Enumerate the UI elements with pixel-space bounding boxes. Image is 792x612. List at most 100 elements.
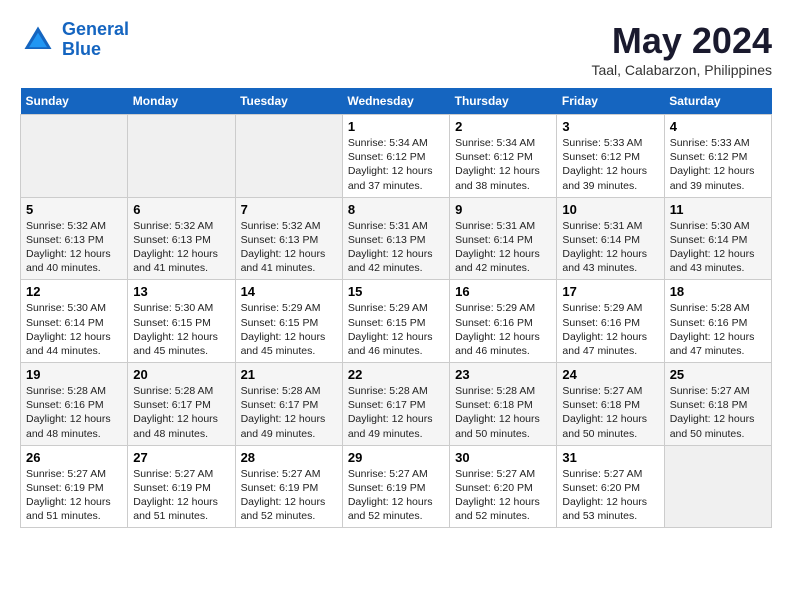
sunset: Sunset: 6:16 PM [670, 316, 766, 330]
sunrise: Sunrise: 5:27 AM [241, 467, 337, 481]
table-row: 12 Sunrise: 5:30 AM Sunset: 6:14 PM Dayl… [21, 280, 128, 363]
table-row: 10 Sunrise: 5:31 AM Sunset: 6:14 PM Dayl… [557, 197, 664, 280]
day-info: Sunrise: 5:32 AM Sunset: 6:13 PM Dayligh… [241, 219, 337, 276]
table-row: 8 Sunrise: 5:31 AM Sunset: 6:13 PM Dayli… [342, 197, 449, 280]
sunrise: Sunrise: 5:30 AM [670, 219, 766, 233]
sunset: Sunset: 6:17 PM [348, 398, 444, 412]
daylight: Daylight: 12 hours and 39 minutes. [562, 164, 658, 192]
calendar-week-4: 19 Sunrise: 5:28 AM Sunset: 6:16 PM Dayl… [21, 363, 772, 446]
weekday-header-friday: Friday [557, 88, 664, 115]
day-info: Sunrise: 5:31 AM Sunset: 6:14 PM Dayligh… [455, 219, 551, 276]
sunrise: Sunrise: 5:28 AM [26, 384, 122, 398]
daylight: Daylight: 12 hours and 51 minutes. [26, 495, 122, 523]
day-number: 9 [455, 202, 551, 217]
day-number: 13 [133, 284, 229, 299]
sunrise: Sunrise: 5:27 AM [562, 467, 658, 481]
daylight: Daylight: 12 hours and 52 minutes. [455, 495, 551, 523]
table-row: 4 Sunrise: 5:33 AM Sunset: 6:12 PM Dayli… [664, 115, 771, 198]
daylight: Daylight: 12 hours and 37 minutes. [348, 164, 444, 192]
calendar-table: SundayMondayTuesdayWednesdayThursdayFrid… [20, 88, 772, 528]
day-info: Sunrise: 5:34 AM Sunset: 6:12 PM Dayligh… [455, 136, 551, 193]
sunrise: Sunrise: 5:28 AM [455, 384, 551, 398]
daylight: Daylight: 12 hours and 52 minutes. [241, 495, 337, 523]
logo-line1: General [62, 19, 129, 39]
sunset: Sunset: 6:17 PM [133, 398, 229, 412]
sunrise: Sunrise: 5:29 AM [241, 301, 337, 315]
table-row: 29 Sunrise: 5:27 AM Sunset: 6:19 PM Dayl… [342, 445, 449, 528]
day-number: 24 [562, 367, 658, 382]
table-row [128, 115, 235, 198]
table-row: 20 Sunrise: 5:28 AM Sunset: 6:17 PM Dayl… [128, 363, 235, 446]
day-number: 30 [455, 450, 551, 465]
sunset: Sunset: 6:16 PM [562, 316, 658, 330]
table-row: 26 Sunrise: 5:27 AM Sunset: 6:19 PM Dayl… [21, 445, 128, 528]
sunset: Sunset: 6:18 PM [455, 398, 551, 412]
title-block: May 2024 Taal, Calabarzon, Philippines [591, 20, 772, 78]
sunrise: Sunrise: 5:27 AM [455, 467, 551, 481]
day-number: 17 [562, 284, 658, 299]
sunrise: Sunrise: 5:28 AM [133, 384, 229, 398]
sunrise: Sunrise: 5:27 AM [670, 384, 766, 398]
daylight: Daylight: 12 hours and 41 minutes. [241, 247, 337, 275]
sunset: Sunset: 6:20 PM [455, 481, 551, 495]
day-info: Sunrise: 5:27 AM Sunset: 6:18 PM Dayligh… [562, 384, 658, 441]
daylight: Daylight: 12 hours and 41 minutes. [133, 247, 229, 275]
day-info: Sunrise: 5:27 AM Sunset: 6:19 PM Dayligh… [241, 467, 337, 524]
table-row: 1 Sunrise: 5:34 AM Sunset: 6:12 PM Dayli… [342, 115, 449, 198]
daylight: Daylight: 12 hours and 48 minutes. [26, 412, 122, 440]
daylight: Daylight: 12 hours and 44 minutes. [26, 330, 122, 358]
weekday-header-row: SundayMondayTuesdayWednesdayThursdayFrid… [21, 88, 772, 115]
day-number: 26 [26, 450, 122, 465]
day-info: Sunrise: 5:27 AM Sunset: 6:19 PM Dayligh… [133, 467, 229, 524]
table-row: 5 Sunrise: 5:32 AM Sunset: 6:13 PM Dayli… [21, 197, 128, 280]
weekday-header-tuesday: Tuesday [235, 88, 342, 115]
table-row: 17 Sunrise: 5:29 AM Sunset: 6:16 PM Dayl… [557, 280, 664, 363]
day-number: 3 [562, 119, 658, 134]
day-info: Sunrise: 5:28 AM Sunset: 6:17 PM Dayligh… [241, 384, 337, 441]
day-info: Sunrise: 5:28 AM Sunset: 6:17 PM Dayligh… [133, 384, 229, 441]
day-number: 27 [133, 450, 229, 465]
table-row: 3 Sunrise: 5:33 AM Sunset: 6:12 PM Dayli… [557, 115, 664, 198]
calendar-week-2: 5 Sunrise: 5:32 AM Sunset: 6:13 PM Dayli… [21, 197, 772, 280]
sunset: Sunset: 6:12 PM [348, 150, 444, 164]
day-number: 23 [455, 367, 551, 382]
day-info: Sunrise: 5:29 AM Sunset: 6:16 PM Dayligh… [562, 301, 658, 358]
sunrise: Sunrise: 5:27 AM [133, 467, 229, 481]
sunset: Sunset: 6:12 PM [670, 150, 766, 164]
sunrise: Sunrise: 5:32 AM [133, 219, 229, 233]
daylight: Daylight: 12 hours and 50 minutes. [455, 412, 551, 440]
day-info: Sunrise: 5:27 AM Sunset: 6:18 PM Dayligh… [670, 384, 766, 441]
daylight: Daylight: 12 hours and 45 minutes. [133, 330, 229, 358]
day-number: 15 [348, 284, 444, 299]
sunrise: Sunrise: 5:27 AM [26, 467, 122, 481]
day-info: Sunrise: 5:27 AM Sunset: 6:19 PM Dayligh… [26, 467, 122, 524]
sunrise: Sunrise: 5:34 AM [455, 136, 551, 150]
table-row: 27 Sunrise: 5:27 AM Sunset: 6:19 PM Dayl… [128, 445, 235, 528]
sunrise: Sunrise: 5:27 AM [348, 467, 444, 481]
day-info: Sunrise: 5:28 AM Sunset: 6:18 PM Dayligh… [455, 384, 551, 441]
sunrise: Sunrise: 5:32 AM [26, 219, 122, 233]
sunrise: Sunrise: 5:30 AM [26, 301, 122, 315]
sunrise: Sunrise: 5:33 AM [670, 136, 766, 150]
table-row: 18 Sunrise: 5:28 AM Sunset: 6:16 PM Dayl… [664, 280, 771, 363]
daylight: Daylight: 12 hours and 45 minutes. [241, 330, 337, 358]
day-info: Sunrise: 5:31 AM Sunset: 6:14 PM Dayligh… [562, 219, 658, 276]
sunset: Sunset: 6:20 PM [562, 481, 658, 495]
table-row: 6 Sunrise: 5:32 AM Sunset: 6:13 PM Dayli… [128, 197, 235, 280]
day-number: 22 [348, 367, 444, 382]
daylight: Daylight: 12 hours and 50 minutes. [670, 412, 766, 440]
sunset: Sunset: 6:14 PM [26, 316, 122, 330]
daylight: Daylight: 12 hours and 42 minutes. [455, 247, 551, 275]
calendar-week-3: 12 Sunrise: 5:30 AM Sunset: 6:14 PM Dayl… [21, 280, 772, 363]
daylight: Daylight: 12 hours and 46 minutes. [348, 330, 444, 358]
daylight: Daylight: 12 hours and 46 minutes. [455, 330, 551, 358]
day-number: 4 [670, 119, 766, 134]
sunset: Sunset: 6:15 PM [241, 316, 337, 330]
sunrise: Sunrise: 5:32 AM [241, 219, 337, 233]
weekday-header-wednesday: Wednesday [342, 88, 449, 115]
sunrise: Sunrise: 5:31 AM [562, 219, 658, 233]
sunset: Sunset: 6:13 PM [133, 233, 229, 247]
day-number: 19 [26, 367, 122, 382]
table-row [21, 115, 128, 198]
sunset: Sunset: 6:12 PM [562, 150, 658, 164]
